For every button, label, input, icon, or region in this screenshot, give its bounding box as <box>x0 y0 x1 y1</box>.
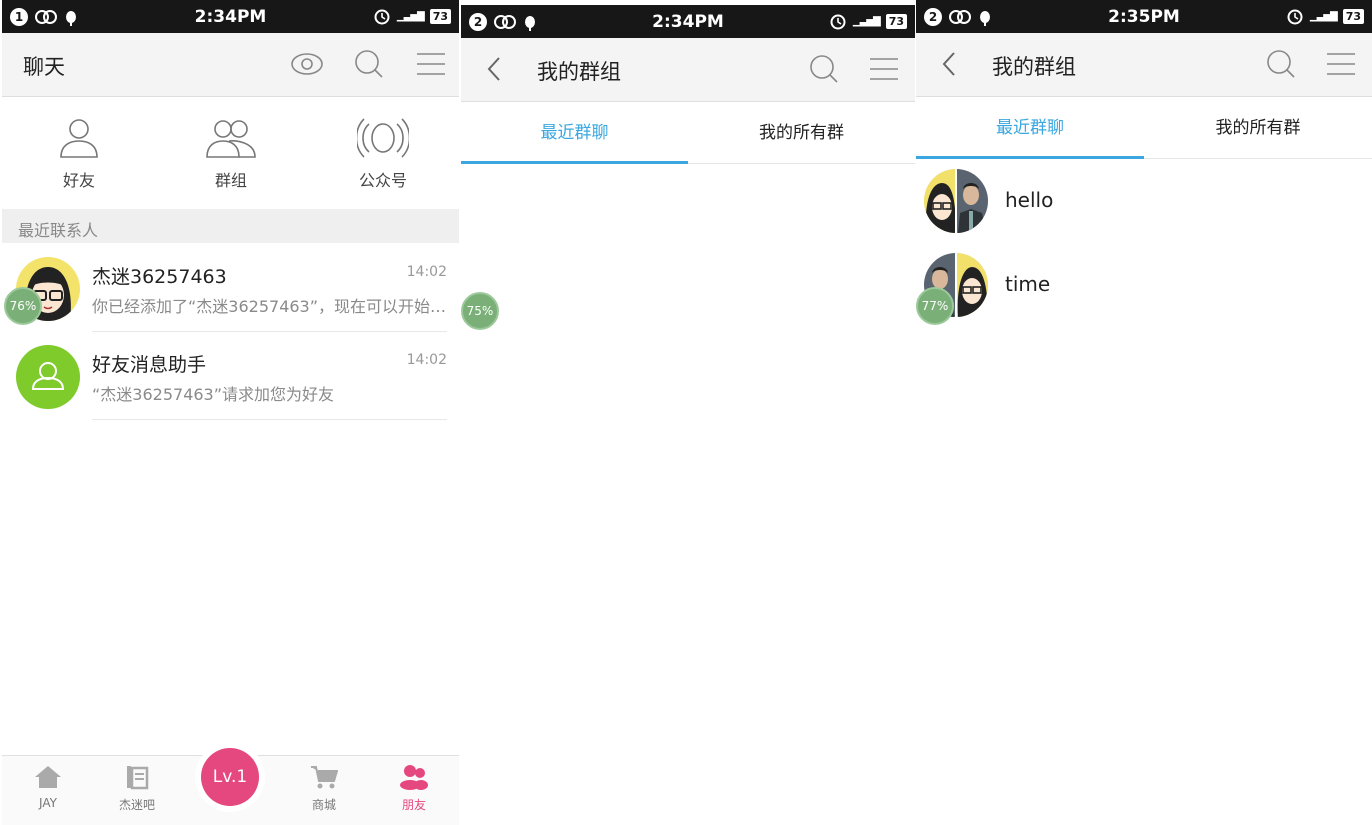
entry-label: 好友 <box>62 171 95 190</box>
search-icon[interactable] <box>1264 47 1298 81</box>
battery-indicator: 73 <box>885 13 907 29</box>
quick-entries: 好友 群组 公众号 <box>2 97 459 209</box>
section-label: 最近联系人 <box>18 221 99 240</box>
level-button-wrap: Lv.1 <box>195 742 265 812</box>
nav-label: JAY <box>39 796 57 810</box>
conversation-preview: “杰迷36257463”请求加您为好友 <box>92 385 335 404</box>
signal-icon: ▁▃▅▇ <box>396 10 425 22</box>
chat-screen: 1 2:34PM ▁▃▅▇ 73 聊天 好友 群组 公众号 最近联系人 杰迷36… <box>2 0 459 825</box>
conversation-time: 14:02 <box>406 352 447 368</box>
signal-icon: ▁▃▅▇ <box>852 15 881 27</box>
search-icon[interactable] <box>807 52 841 86</box>
group-name: hello <box>1005 188 1054 212</box>
conversation-name: 杰迷36257463 <box>92 266 227 288</box>
nav-label: 杰迷吧 <box>118 798 155 812</box>
nav-shop[interactable]: 商城 <box>294 764 354 813</box>
group-icon <box>206 120 256 158</box>
search-icon[interactable] <box>352 47 386 81</box>
document-icon <box>127 766 149 790</box>
friends-icon <box>400 765 428 790</box>
page-title: 聊天 <box>23 55 65 79</box>
alarm-icon <box>830 14 846 30</box>
group-tabs: 最近群聊 我的所有群 <box>461 102 915 164</box>
assistant-icon <box>31 362 65 390</box>
group-item[interactable]: hello <box>916 159 1372 243</box>
signal-icon: ▁▃▅▇ <box>1309 10 1338 22</box>
nav-friends[interactable]: 朋友 <box>384 764 444 813</box>
broadcast-icon <box>357 118 409 158</box>
avatar <box>16 345 80 409</box>
group-tabs: 最近群聊 我的所有群 <box>916 97 1372 159</box>
tab-recent-groups[interactable]: 最近群聊 <box>461 102 688 164</box>
my-groups-empty-screen: 2 2:34PM ▁▃▅▇ 73 我的群组 最近群聊 我的所有群 75% <box>461 0 915 825</box>
status-bar: 2 2:34PM ▁▃▅▇ 73 <box>461 5 915 38</box>
nav-label: 商城 <box>311 798 336 812</box>
conversation-preview: 你已经添加了“杰迷36257463”，现在可以开始聊天了 <box>92 297 447 316</box>
nav-jay[interactable]: JAY <box>18 764 78 810</box>
app-header: 我的群组 <box>916 33 1372 97</box>
entry-label: 公众号 <box>358 171 407 190</box>
divider <box>92 419 447 420</box>
menu-icon[interactable] <box>867 52 901 86</box>
status-bar: 2 2:35PM ▁▃▅▇ 73 <box>916 0 1372 33</box>
entry-official-accounts[interactable]: 公众号 <box>333 115 433 191</box>
nav-jiemi-bar[interactable]: 杰迷吧 <box>107 764 167 813</box>
conversation-name: 好友消息助手 <box>92 354 207 376</box>
menu-icon[interactable] <box>1324 47 1358 81</box>
floating-percent-bubble[interactable]: 76% <box>4 287 42 325</box>
back-arrow-icon[interactable] <box>936 49 964 79</box>
tab-all-groups[interactable]: 我的所有群 <box>1144 97 1372 159</box>
group-item[interactable]: time <box>916 243 1372 327</box>
battery-indicator: 73 <box>1342 8 1364 24</box>
floating-percent-bubble[interactable]: 75% <box>461 292 499 330</box>
active-tab-indicator <box>461 161 688 164</box>
tab-all-groups[interactable]: 我的所有群 <box>688 102 915 164</box>
entry-groups[interactable]: 群组 <box>181 115 281 191</box>
floating-percent-bubble[interactable]: 77% <box>916 287 954 325</box>
menu-icon[interactable] <box>414 47 448 81</box>
group-name: time <box>1005 272 1051 296</box>
my-groups-screen: 2 2:35PM ▁▃▅▇ 73 我的群组 最近群聊 我的所有群 hello t… <box>916 0 1372 825</box>
conversation-time: 14:02 <box>406 264 447 280</box>
entry-label: 群组 <box>214 171 247 190</box>
page-title: 我的群组 <box>992 55 1076 79</box>
conversation-item[interactable]: 好友消息助手 14:02 “杰迷36257463”请求加您为好友 <box>2 332 459 420</box>
back-arrow-icon[interactable] <box>481 54 509 84</box>
eye-icon[interactable] <box>290 47 324 81</box>
battery-indicator: 73 <box>429 8 451 24</box>
cart-icon <box>311 766 339 789</box>
nav-label: 朋友 <box>401 798 426 812</box>
conversation-item[interactable]: 杰迷36257463 14:02 你已经添加了“杰迷36257463”，现在可以… <box>2 244 459 332</box>
home-icon <box>35 766 61 788</box>
level-button[interactable]: Lv.1 <box>201 748 259 806</box>
bottom-nav: JAY 杰迷吧 Lv.1 商城 朋友 <box>2 742 459 825</box>
group-avatar <box>924 169 988 233</box>
alarm-icon <box>1287 9 1303 25</box>
app-header: 我的群组 <box>461 38 915 102</box>
status-bar: 1 2:34PM ▁▃▅▇ 73 <box>2 0 459 33</box>
entry-friends[interactable]: 好友 <box>29 115 129 191</box>
page-title: 我的群组 <box>537 60 621 84</box>
app-header: 聊天 <box>2 33 459 97</box>
alarm-icon <box>374 9 390 25</box>
tab-recent-groups[interactable]: 最近群聊 <box>916 97 1144 159</box>
section-recent-contacts: 最近联系人 <box>2 209 459 243</box>
friend-icon <box>60 119 98 158</box>
